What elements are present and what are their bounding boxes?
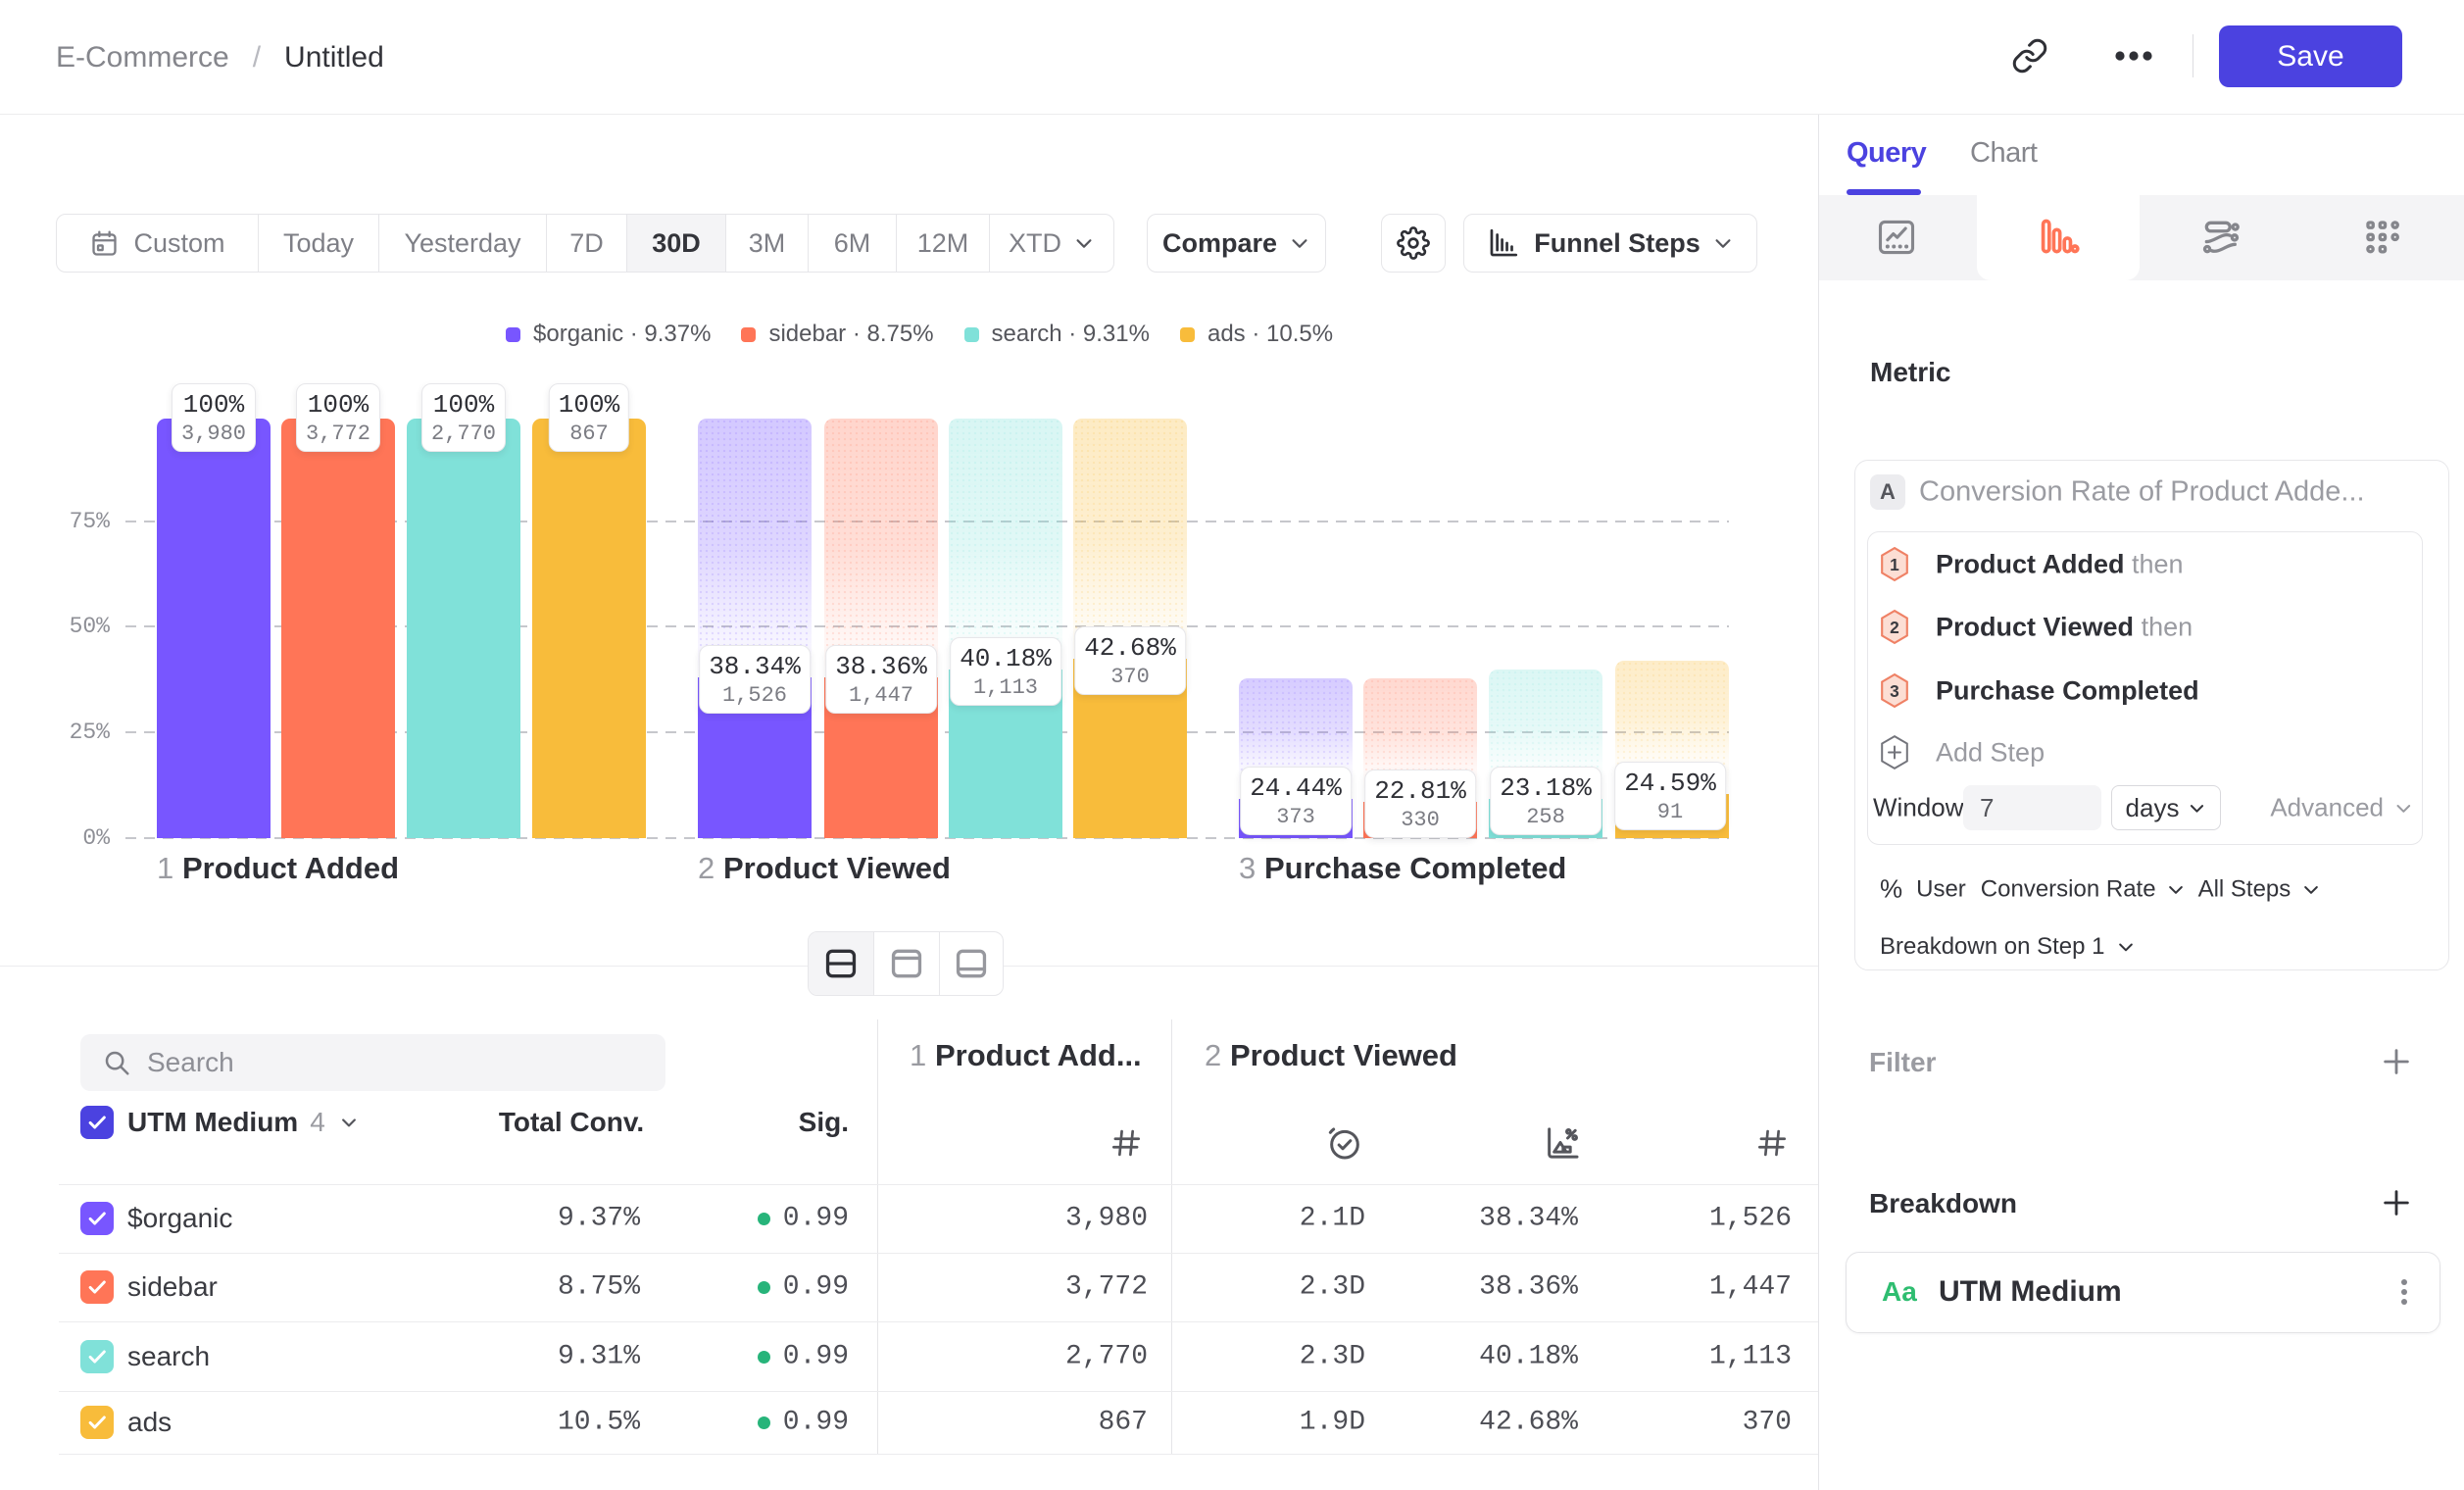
svg-text:3: 3	[1890, 681, 1899, 701]
svg-text:1: 1	[1890, 555, 1899, 574]
svg-text:2: 2	[1890, 618, 1899, 637]
